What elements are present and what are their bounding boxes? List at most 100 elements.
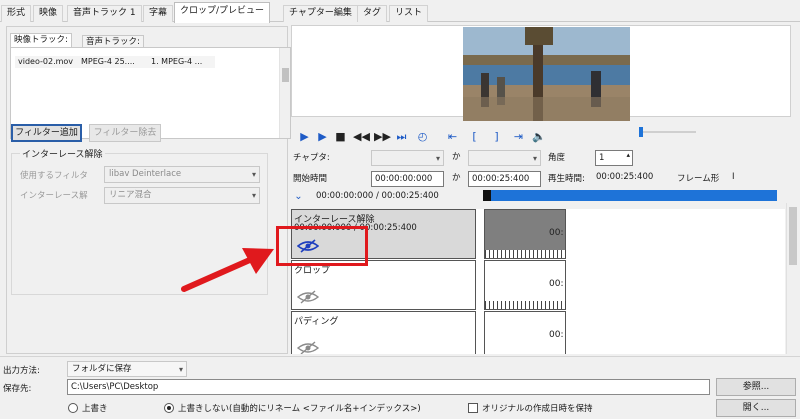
rewind-icon[interactable]: ◀◀ [353, 130, 370, 143]
volume-slider-thumb[interactable] [639, 127, 643, 137]
volume-slider[interactable] [639, 127, 696, 137]
track-info: 1. MPEG-4 ... [151, 57, 203, 66]
tab-audio-track-1[interactable]: 音声トラック 1 [67, 5, 142, 22]
browse-button[interactable]: 参照... [716, 378, 796, 396]
stepper-arrows-icon[interactable]: ▴▾ [626, 151, 630, 165]
chevron-down-icon: ▾ [251, 191, 256, 200]
fast-forward-icon[interactable]: ▶▶ [374, 130, 391, 143]
deinterlace-group-label: インターレース解除 [20, 147, 105, 160]
chapter-label: チャプタ: [293, 153, 330, 163]
track-crop[interactable]: クロップ [291, 260, 476, 310]
highlight-box [276, 226, 368, 266]
red-arrow-icon [181, 248, 274, 292]
play-icon[interactable]: ▶ [298, 130, 311, 143]
output-method-value: フォルダに保存 [72, 364, 132, 374]
deinterlace-method-select[interactable]: リニア混合 ▾ [104, 187, 260, 204]
start-time-input[interactable]: 00:00:00:000 [371, 171, 444, 187]
clock-icon[interactable]: ◴ [416, 130, 429, 143]
use-filter-value: libav Deinterlace [109, 169, 182, 179]
use-filter-select[interactable]: libav Deinterlace ▾ [104, 166, 260, 183]
frame-type-value: I [732, 172, 735, 182]
overwrite-radio[interactable] [68, 403, 78, 413]
track-list-scrollbar[interactable] [279, 48, 290, 138]
chevron-down-icon[interactable]: ⌄ [292, 190, 305, 203]
output-method-label: 出力方法: [3, 366, 40, 376]
clip-time-marker: 00: [549, 279, 564, 289]
mark-out-icon[interactable]: ] [490, 130, 503, 143]
tab-format[interactable]: 形式 [1, 5, 32, 22]
playtime-label: 再生時間: [548, 174, 585, 184]
start-time-label: 開始時間 [293, 174, 328, 184]
to-label-2: か [452, 173, 461, 183]
set-start-icon[interactable]: ⇤ [446, 130, 459, 143]
main-tab-bar: 形式 映像 音声トラック 1 字幕 クロップ/プレビュー チャプター編集 タグ … [0, 0, 800, 23]
preview-area [291, 25, 791, 121]
scrollbar-thumb[interactable] [282, 68, 289, 82]
video-frame-image [463, 27, 630, 121]
chevron-down-icon: ▾ [251, 170, 256, 179]
track-format: MPEG-4 25.... [81, 57, 135, 66]
next-frame-icon[interactable]: ⏭ [395, 130, 408, 143]
track-crop-clip[interactable]: 00: [484, 260, 567, 310]
stop-icon[interactable]: ■ [334, 130, 347, 143]
remove-filter-button[interactable]: フィルター除去 [89, 124, 161, 142]
tab-subtitles[interactable]: 字幕 [143, 5, 174, 22]
no-overwrite-label: 上書きしない(自動的にリネーム <ファイル名+インデックス>) [178, 404, 421, 414]
scrollbar-thumb[interactable] [789, 207, 797, 265]
end-time-input[interactable]: 00:00:25:400 [468, 171, 541, 187]
overwrite-label: 上書き [82, 404, 108, 414]
output-area: 出力方法: フォルダに保存 ▾ 保存先: C:\Users\PC\Desktop… [0, 356, 800, 419]
player-controls: ▶ ▶ ■ ◀◀ ▶▶ ⏭ ◴ ⇤ [ ] ⇥ 🔈 [298, 130, 598, 146]
track-ruler [485, 250, 567, 258]
chapter-start-select[interactable]: ▾ [371, 150, 444, 166]
deinterlace-method-value: リニア混合 [109, 190, 152, 200]
left-panel: 映像トラック: 音声トラック: video-02.mov MPEG-4 25..… [6, 26, 291, 354]
use-filter-label: 使用するフィルタ [20, 171, 88, 181]
track-name: パディング [294, 317, 339, 327]
position-readout: 00:00:00:000 / 00:00:25:400 [316, 191, 439, 201]
tab-video[interactable]: 映像 [33, 5, 64, 22]
tab-tags[interactable]: タグ [357, 5, 388, 22]
volume-icon[interactable]: 🔈 [532, 130, 546, 143]
tab-list[interactable]: リスト [389, 5, 429, 22]
clip-time-marker: 00: [549, 228, 564, 238]
tab-video-tracks[interactable]: 映像トラック: [10, 33, 72, 47]
eye-icon[interactable] [297, 290, 319, 304]
frame-type-label: フレーム形 [677, 174, 720, 184]
clip-time-marker: 00: [549, 330, 564, 340]
destination-input[interactable]: C:\Users\PC\Desktop [67, 379, 710, 395]
timeline-scrollbar[interactable] [786, 203, 798, 354]
eye-icon[interactable] [297, 341, 319, 354]
chevron-down-icon: ▾ [532, 154, 537, 163]
seek-bar-handle[interactable] [483, 190, 491, 201]
seek-bar[interactable] [483, 190, 777, 201]
track-file-name: video-02.mov [18, 57, 74, 66]
chevron-down-icon: ▾ [435, 154, 440, 163]
tab-crop-preview[interactable]: クロップ/プレビュー [174, 2, 271, 23]
angle-label: 角度 [548, 153, 566, 163]
no-overwrite-radio[interactable] [164, 403, 174, 413]
angle-value: 1 [599, 153, 605, 163]
track-row[interactable]: video-02.mov MPEG-4 25.... 1. MPEG-4 ... [15, 56, 215, 68]
track-deinterlace-clip[interactable]: 00: [484, 209, 567, 259]
open-button[interactable]: 開く... [716, 399, 796, 417]
set-end-icon[interactable]: ⇥ [512, 130, 525, 143]
chevron-down-icon: ▾ [178, 365, 183, 374]
video-frame-svg [463, 27, 630, 121]
play-selection-icon[interactable]: ▶ [316, 130, 329, 143]
keep-date-checkbox[interactable] [468, 403, 478, 413]
angle-stepper[interactable]: 1 ▴▾ [595, 150, 633, 166]
deinterlace-method-label: インターレース解 [20, 191, 88, 201]
mark-in-icon[interactable]: [ [468, 130, 481, 143]
track-padding-clip[interactable]: 00: [484, 311, 566, 354]
track-ruler [485, 301, 567, 309]
output-method-select[interactable]: フォルダに保存 ▾ [67, 361, 187, 377]
keep-date-label: オリジナルの作成日時を保持 [482, 404, 593, 414]
add-filter-button[interactable]: フィルター追加 [11, 124, 82, 142]
destination-label: 保存先: [3, 384, 32, 394]
chapter-end-select[interactable]: ▾ [468, 150, 541, 166]
to-label-1: か [452, 152, 461, 162]
playtime-value: 00:00:25:400 [596, 172, 654, 182]
tab-chapter-edit[interactable]: チャプター編集 [283, 5, 358, 22]
track-padding[interactable]: パディング [291, 311, 476, 354]
